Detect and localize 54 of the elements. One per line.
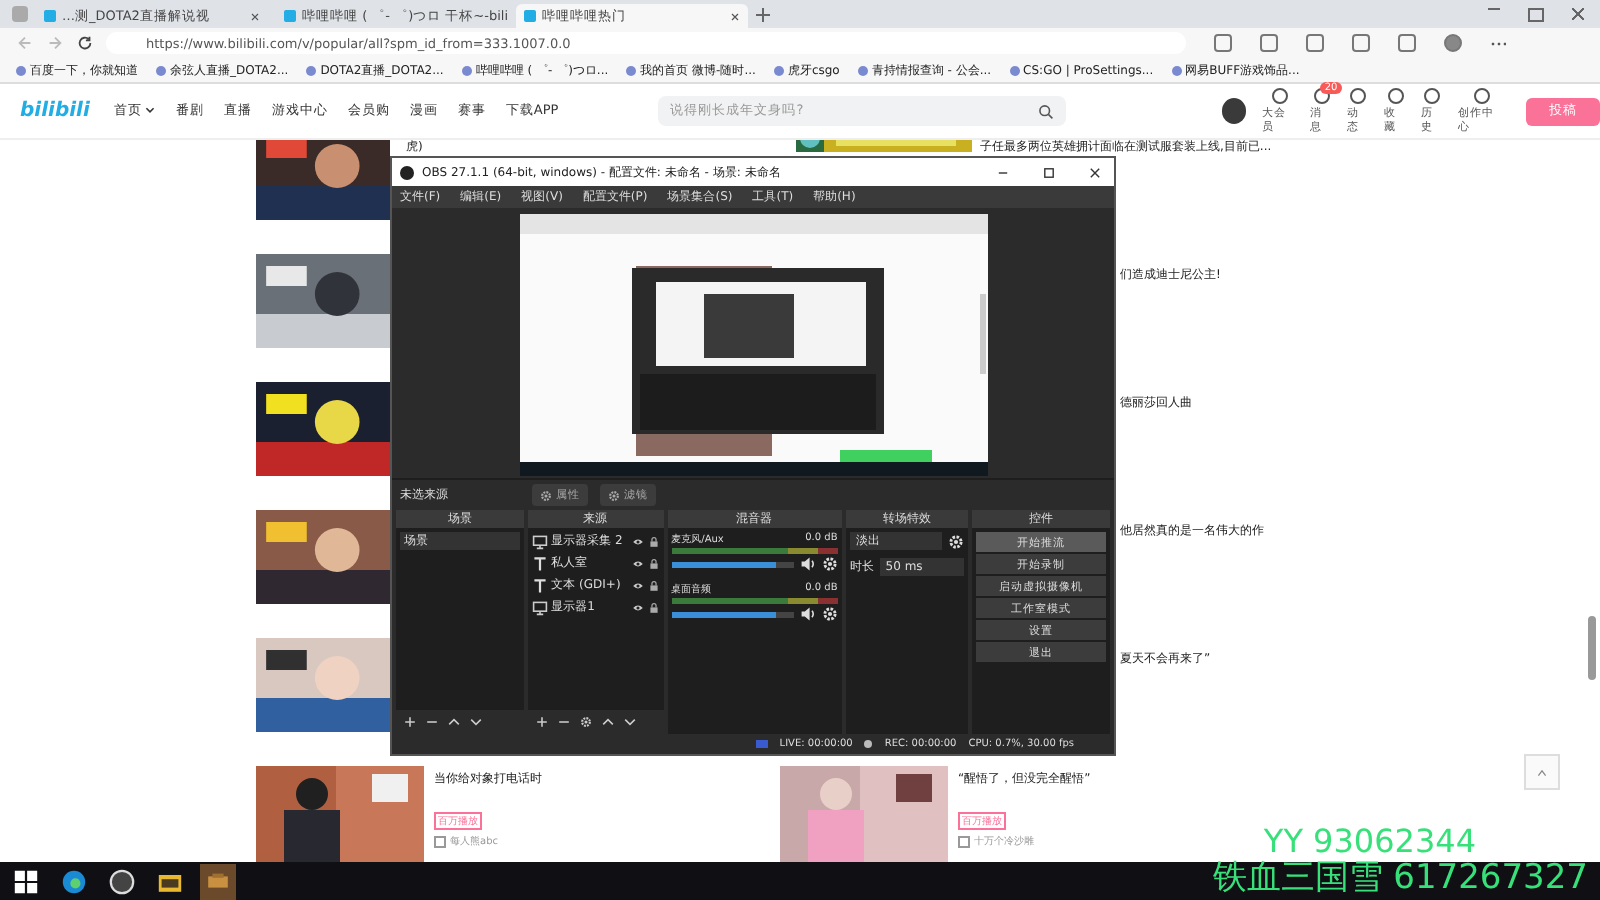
settings-icon[interactable] <box>948 533 965 549</box>
add-icon[interactable] <box>535 716 548 728</box>
settings-icon[interactable] <box>579 716 592 728</box>
up-icon[interactable] <box>448 716 460 728</box>
overlay-text: YY 93062344 <box>1263 824 1476 861</box>
search-icon[interactable] <box>1037 103 1054 119</box>
remove-icon[interactable] <box>426 716 438 728</box>
new-tab-icon[interactable] <box>756 7 770 21</box>
obs-logo-icon <box>400 165 414 179</box>
overlay-text: 铁血三国雪 617267327 <box>1212 860 1588 900</box>
extension-icon[interactable] <box>1352 34 1370 52</box>
profile-icon[interactable] <box>1444 34 1462 52</box>
scrollbar[interactable] <box>1588 616 1596 680</box>
eye-icon[interactable] <box>631 557 644 569</box>
lock-icon[interactable] <box>647 535 660 547</box>
eye-icon[interactable] <box>631 535 644 547</box>
speaker-icon[interactable] <box>799 606 816 622</box>
down-icon[interactable] <box>623 716 636 728</box>
monitor-icon <box>531 533 548 549</box>
extension-icon[interactable] <box>1398 34 1416 52</box>
remove-icon[interactable] <box>557 716 570 728</box>
minimize-icon[interactable] <box>1488 7 1500 9</box>
up-icon[interactable] <box>601 716 614 728</box>
lock-icon[interactable] <box>647 579 660 591</box>
avatar[interactable] <box>1221 98 1246 124</box>
volume-slider[interactable] <box>671 611 794 617</box>
app-icon[interactable] <box>200 863 236 899</box>
gear-icon <box>608 489 620 501</box>
close-tab-icon[interactable] <box>730 11 740 21</box>
settings-icon[interactable] <box>821 606 838 622</box>
close-icon[interactable] <box>1088 165 1102 179</box>
gear-icon <box>540 489 552 501</box>
lock-icon[interactable] <box>647 557 660 569</box>
chevron-up-icon <box>1532 766 1552 778</box>
speaker-icon[interactable] <box>799 556 816 572</box>
extension-icon[interactable] <box>1306 34 1324 52</box>
lock-icon[interactable] <box>647 601 660 613</box>
monitor-icon <box>531 599 548 615</box>
down-icon[interactable] <box>470 716 482 728</box>
live-icon <box>755 740 768 748</box>
settings-icon[interactable] <box>821 556 838 572</box>
text-icon <box>531 577 548 593</box>
maximize-icon[interactable] <box>1528 7 1544 21</box>
extension-icon[interactable] <box>1214 34 1232 52</box>
volume-slider[interactable] <box>671 561 794 567</box>
eye-icon[interactable] <box>631 601 644 613</box>
maximize-icon[interactable] <box>1042 165 1056 179</box>
text-icon <box>531 555 548 571</box>
eye-icon[interactable] <box>631 579 644 591</box>
add-icon[interactable] <box>404 716 416 728</box>
extension-icon[interactable] <box>1260 34 1278 52</box>
reload-icon[interactable] <box>76 34 94 52</box>
close-tab-icon[interactable] <box>250 11 260 21</box>
record-icon <box>864 740 873 748</box>
